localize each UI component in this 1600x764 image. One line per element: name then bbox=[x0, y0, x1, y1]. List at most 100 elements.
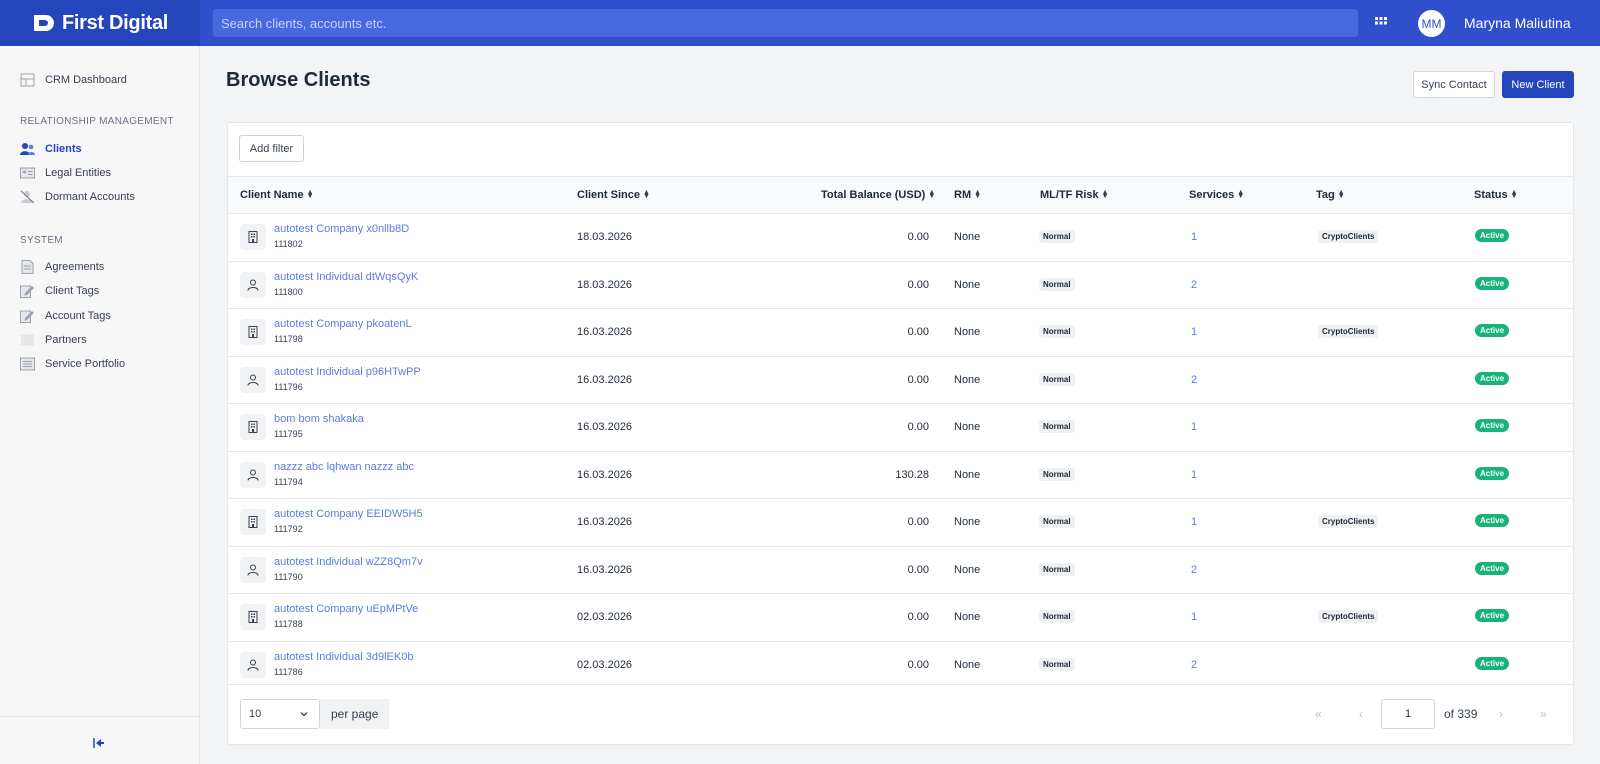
status-badge: Active bbox=[1475, 514, 1510, 527]
sidebar-item-label: Dormant Accounts bbox=[45, 191, 135, 203]
client-id: 111788 bbox=[274, 619, 303, 629]
sidebar-item-legal-entities[interactable]: Legal Entities bbox=[20, 166, 111, 180]
last-page-icon[interactable]: » bbox=[1540, 707, 1547, 721]
page-number-input[interactable] bbox=[1381, 699, 1435, 729]
risk-badge: Normal bbox=[1039, 372, 1075, 386]
table-row[interactable]: autotest Company pkoatenL 111798 16.03.202… bbox=[228, 308, 1573, 355]
column-header-tag[interactable]: Tag ▲ ▼ bbox=[1316, 189, 1345, 201]
apps-grid-icon[interactable] bbox=[1372, 14, 1390, 32]
client-id: 111792 bbox=[274, 524, 303, 534]
services-link[interactable]: 1 bbox=[1191, 326, 1197, 338]
search-input[interactable] bbox=[213, 9, 1358, 37]
client-name-link[interactable]: bom bom shakaka bbox=[274, 413, 364, 425]
avatar[interactable]: MM bbox=[1418, 10, 1445, 37]
tag-badge: CryptoClients bbox=[1318, 230, 1379, 243]
add-filter-button[interactable]: Add filter bbox=[239, 135, 304, 162]
table-row[interactable]: autotest Individual wZZ8Qm7v 111790 16.03.… bbox=[228, 545, 1573, 593]
total-balance: 0.00 bbox=[907, 326, 929, 338]
client-id: 111795 bbox=[274, 429, 303, 439]
risk-badge: Normal bbox=[1039, 610, 1075, 623]
document-icon bbox=[21, 260, 34, 274]
sidebar-item-client-tags[interactable]: Client Tags bbox=[20, 284, 99, 298]
services-link[interactable]: 1 bbox=[1191, 611, 1197, 623]
client-name-link[interactable]: autotest Company x0nllb8D bbox=[274, 223, 409, 235]
table-row[interactable]: autotest Individual p96HTwPP 111796 16.03.… bbox=[228, 355, 1573, 403]
services-link[interactable]: 2 bbox=[1191, 564, 1197, 576]
table-row[interactable]: autotest Individual 3d9lEK0b 111786 02.03.… bbox=[228, 640, 1573, 688]
column-header-status[interactable]: Status ▲ ▼ bbox=[1474, 189, 1518, 201]
client-name-link[interactable]: autotest Company EEIDW5H5 bbox=[274, 508, 423, 520]
sidebar-item-partners[interactable]: Partners bbox=[20, 333, 87, 347]
column-header-services[interactable]: Services ▲ ▼ bbox=[1189, 189, 1244, 201]
new-client-button[interactable]: New Client bbox=[1502, 71, 1574, 98]
client-since: 16.03.2026 bbox=[577, 326, 633, 338]
per-page-value: 10 bbox=[249, 708, 262, 720]
risk-badge: Normal bbox=[1039, 657, 1075, 671]
client-name-link[interactable]: autotest Individual 3d9lEK0b bbox=[274, 651, 413, 663]
building-icon bbox=[240, 509, 266, 535]
client-name-link[interactable]: autotest Company uEpMPtVe bbox=[274, 603, 418, 615]
sidebar-item-account-tags[interactable]: Account Tags bbox=[20, 309, 111, 323]
client-id: 111790 bbox=[274, 571, 303, 582]
sort-icon: ▲ ▼ bbox=[1337, 189, 1345, 200]
services-link[interactable]: 2 bbox=[1191, 279, 1197, 291]
column-header-client-since[interactable]: Client Since ▲ ▼ bbox=[577, 189, 650, 201]
dashboard-icon bbox=[20, 73, 35, 87]
sort-icon: ▲ ▼ bbox=[306, 189, 314, 200]
client-name-link[interactable]: autotest Individual p96HTwPP bbox=[274, 366, 421, 378]
client-id: 111794 bbox=[274, 476, 303, 487]
collapse-sidebar-icon[interactable] bbox=[90, 736, 108, 750]
previous-page-icon[interactable]: ‹ bbox=[1359, 707, 1363, 721]
per-page-select[interactable]: 10 bbox=[240, 699, 320, 729]
sort-icon: ▲ ▼ bbox=[642, 189, 650, 200]
brand[interactable]: First Digital bbox=[0, 0, 200, 46]
sort-icon: ▲ ▼ bbox=[928, 189, 936, 200]
column-header-rm[interactable]: RM ▲ ▼ bbox=[954, 189, 981, 201]
column-header-total-balance[interactable]: Total Balance (USD) ▲ ▼ bbox=[821, 189, 935, 201]
client-name-link[interactable]: nazzz abc lqhwan nazzz abc bbox=[274, 461, 414, 473]
total-balance: 0.00 bbox=[907, 231, 929, 243]
client-id: 111786 bbox=[274, 666, 303, 677]
sidebar-item-agreements[interactable]: Agreements bbox=[20, 260, 104, 274]
first-digital-logo-icon bbox=[33, 15, 54, 31]
services-link[interactable]: 1 bbox=[1191, 516, 1197, 528]
next-page-icon[interactable]: › bbox=[1499, 707, 1503, 721]
client-name-link[interactable]: autotest Individual dtWqsQyK bbox=[274, 271, 418, 283]
client-name-link[interactable]: autotest Individual wZZ8Qm7v bbox=[274, 556, 423, 568]
services-link[interactable]: 1 bbox=[1191, 421, 1197, 433]
table-row[interactable]: autotest Company EEIDW5H5 111792 16.03.202… bbox=[228, 498, 1573, 545]
table-row[interactable]: autotest Company x0nllb8D 111802 18.03.202… bbox=[228, 213, 1573, 260]
person-icon bbox=[240, 556, 266, 583]
total-balance: 0.00 bbox=[907, 658, 929, 671]
status-badge: Active bbox=[1475, 466, 1510, 480]
relationship-manager: None bbox=[954, 373, 981, 386]
clients-table-card: Add filter Client Name ▲ ▼ Client Since ▲ ▼ … bbox=[227, 122, 1574, 745]
relationship-manager: None bbox=[954, 658, 981, 671]
column-header-ml-tf-risk[interactable]: ML/TF Risk ▲ ▼ bbox=[1040, 189, 1109, 201]
services-link[interactable]: 2 bbox=[1191, 659, 1197, 671]
id-card-icon bbox=[20, 167, 35, 179]
risk-badge: Normal bbox=[1039, 515, 1075, 528]
sidebar-item-clients[interactable]: Clients bbox=[20, 142, 82, 156]
sidebar-item-dormant-accounts[interactable]: Dormant Accounts bbox=[20, 190, 135, 204]
relationship-manager: None bbox=[954, 278, 981, 291]
sidebar-item-crm-dashboard[interactable]: CRM Dashboard bbox=[20, 73, 127, 87]
client-id: 111796 bbox=[274, 381, 303, 392]
column-header-client-name[interactable]: Client Name ▲ ▼ bbox=[240, 189, 314, 201]
table-row[interactable]: bom bom shakaka 111795 16.03.2026 0.00 None N… bbox=[228, 403, 1573, 450]
client-name-link[interactable]: autotest Company pkoatenL bbox=[274, 318, 412, 330]
services-link[interactable]: 1 bbox=[1191, 231, 1197, 243]
table-row[interactable]: autotest Individual dtWqsQyK 111800 18.03.… bbox=[228, 260, 1573, 308]
first-page-icon[interactable]: « bbox=[1315, 707, 1322, 721]
building-icon bbox=[240, 414, 266, 440]
services-link[interactable]: 1 bbox=[1191, 469, 1197, 481]
sync-contact-button[interactable]: Sync Contact bbox=[1413, 71, 1495, 98]
building-icon bbox=[240, 319, 266, 345]
risk-badge: Normal bbox=[1039, 230, 1075, 243]
table-row[interactable]: autotest Company uEpMPtVe 111788 02.03.202… bbox=[228, 593, 1573, 640]
user-name[interactable]: Maryna Maliutina bbox=[1464, 15, 1571, 31]
table-row[interactable]: nazzz abc lqhwan nazzz abc 111794 16.03.20… bbox=[228, 450, 1573, 498]
tag-badge: CryptoClients bbox=[1318, 325, 1379, 338]
sidebar-item-service-portfolio[interactable]: Service Portfolio bbox=[20, 357, 125, 371]
services-link[interactable]: 2 bbox=[1191, 374, 1197, 386]
